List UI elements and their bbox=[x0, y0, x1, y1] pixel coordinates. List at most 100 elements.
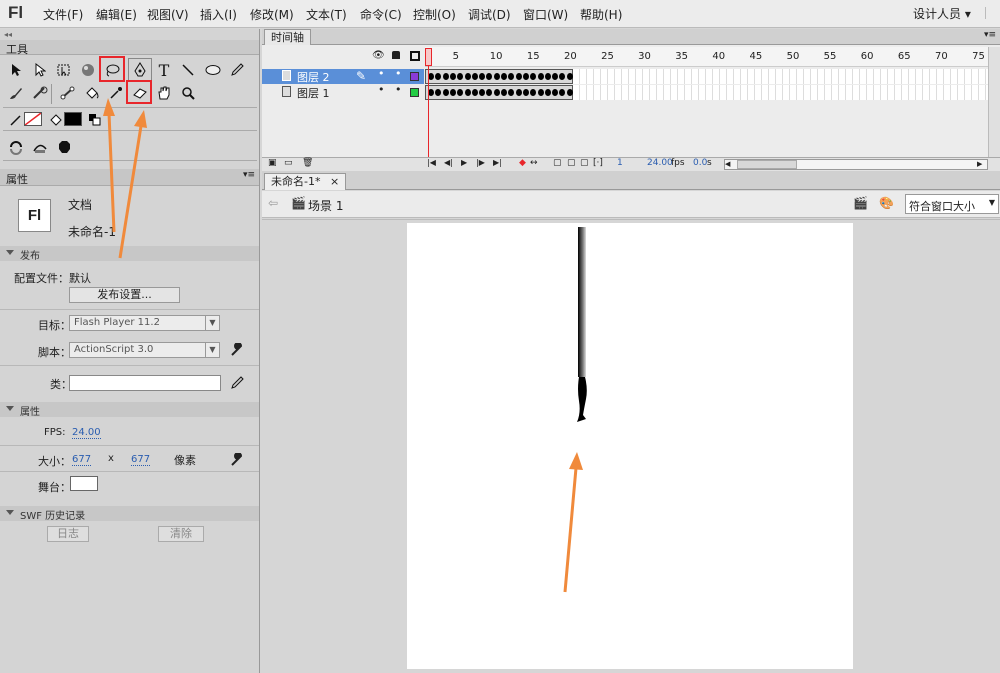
keyframe-dot[interactable] bbox=[515, 73, 522, 80]
outline-icon[interactable] bbox=[410, 51, 420, 61]
menu-help[interactable]: 帮助(H) bbox=[580, 6, 622, 23]
menu-debug[interactable]: 调试(D) bbox=[468, 6, 511, 23]
deco-tool-icon[interactable] bbox=[30, 83, 50, 103]
scroll-left-icon[interactable]: ◀ bbox=[725, 160, 735, 169]
delete-layer-icon[interactable]: 🗑 bbox=[302, 158, 313, 168]
modify-markers-icon[interactable]: [·] bbox=[593, 158, 603, 168]
stroke-color-icon[interactable] bbox=[6, 110, 26, 130]
keyframe-dot[interactable] bbox=[552, 73, 559, 80]
line-tool-icon[interactable] bbox=[178, 60, 198, 80]
timeline-horizontal-scrollbar[interactable]: ◀ ▶ bbox=[724, 159, 988, 170]
first-frame-icon[interactable]: |◀ bbox=[427, 158, 436, 167]
play-icon[interactable]: ▶ bbox=[461, 158, 467, 167]
layer-1-visible-dot[interactable]: • bbox=[378, 83, 385, 96]
layer-1-lock-dot[interactable]: • bbox=[395, 83, 402, 96]
keyframe-dot[interactable] bbox=[537, 89, 544, 96]
free-transform-tool-icon[interactable] bbox=[54, 60, 74, 80]
smooth-icon[interactable] bbox=[30, 137, 50, 157]
layer-2-keyframes[interactable] bbox=[425, 69, 573, 84]
lock-icon[interactable] bbox=[392, 51, 400, 59]
3d-rotation-tool-icon[interactable] bbox=[78, 60, 98, 80]
zoom-dropdown[interactable]: 符合窗口大小 ▼ bbox=[905, 194, 999, 214]
onion-outline-icon[interactable]: ▢ bbox=[567, 158, 576, 168]
keyframe-dot[interactable] bbox=[566, 89, 573, 96]
onion-skin-icon[interactable]: ▢ bbox=[553, 158, 562, 168]
log-button[interactable]: 日志 bbox=[47, 526, 89, 542]
publish-settings-button[interactable]: 发布设置... bbox=[69, 287, 180, 303]
timeline-vertical-scrollbar[interactable] bbox=[988, 47, 1000, 157]
stage-width-value[interactable]: 677 bbox=[72, 454, 92, 466]
text-tool-icon[interactable]: T bbox=[154, 60, 174, 80]
layer-1-empty-frames[interactable] bbox=[573, 85, 988, 100]
show-hide-eye-icon[interactable]: 👁 bbox=[372, 50, 385, 61]
swap-colors-icon[interactable] bbox=[85, 110, 105, 130]
menu-control[interactable]: 控制(O) bbox=[413, 6, 456, 23]
keyframe-dot[interactable] bbox=[552, 89, 559, 96]
menu-file[interactable]: 文件(F) bbox=[43, 6, 83, 23]
scene-label[interactable]: 场景 1 bbox=[308, 197, 343, 214]
scroll-thumb[interactable] bbox=[737, 160, 797, 169]
keyframe-dot[interactable] bbox=[544, 89, 551, 96]
edit-symbols-icon[interactable]: 🎨 bbox=[879, 196, 894, 210]
paint-bucket-tool-icon[interactable] bbox=[82, 83, 102, 103]
keyframe-dot[interactable] bbox=[471, 89, 478, 96]
layer-1-keyframes[interactable] bbox=[425, 85, 573, 100]
keyframe-dot[interactable] bbox=[501, 73, 507, 80]
keyframe-dot[interactable] bbox=[515, 89, 522, 96]
keyframe-dot[interactable] bbox=[479, 89, 486, 96]
keyframe-dot[interactable] bbox=[435, 73, 442, 80]
swf-history-section-header[interactable]: SWF 历史记录 bbox=[0, 506, 259, 522]
snap-to-objects-icon[interactable] bbox=[6, 137, 26, 157]
keyframe-dot[interactable] bbox=[435, 89, 442, 96]
menu-view[interactable]: 视图(V) bbox=[147, 6, 189, 23]
keyframe-dot[interactable] bbox=[471, 73, 478, 80]
workspace-switcher[interactable]: 设计人员 ▾ bbox=[913, 5, 971, 22]
menu-insert[interactable]: 插入(I) bbox=[200, 6, 237, 23]
script-dropdown[interactable]: ActionScript 3.0 ▼ bbox=[69, 342, 220, 358]
stage-canvas[interactable] bbox=[407, 223, 853, 669]
next-frame-icon[interactable]: |▶ bbox=[476, 158, 485, 167]
layer-row-1[interactable]: 图层 1 • • bbox=[262, 83, 424, 100]
keyframe-dot[interactable] bbox=[449, 89, 456, 96]
close-tab-icon[interactable]: × bbox=[330, 175, 339, 188]
timeline-tab[interactable]: 时间轴 bbox=[264, 29, 311, 45]
last-frame-icon[interactable]: ▶| bbox=[493, 158, 502, 167]
keyframe-dot[interactable] bbox=[449, 73, 456, 80]
document-tab[interactable]: 未命名-1* × bbox=[264, 173, 347, 190]
keyframe-dot[interactable] bbox=[457, 89, 464, 96]
edit-scene-icon[interactable]: 🎬 bbox=[853, 196, 868, 210]
menu-text[interactable]: 文本(T) bbox=[306, 6, 347, 23]
layer-row-2[interactable]: 图层 2 ✎ • • bbox=[262, 67, 424, 84]
straighten-icon[interactable] bbox=[54, 137, 74, 157]
keyframe-dot[interactable] bbox=[501, 89, 507, 96]
hand-tool-icon[interactable] bbox=[154, 83, 174, 103]
keyframe-dot[interactable] bbox=[486, 73, 493, 80]
keyframe-dot[interactable] bbox=[464, 89, 471, 96]
fill-color-icon[interactable] bbox=[46, 110, 66, 130]
stroke-color-swatch[interactable] bbox=[24, 112, 42, 126]
target-dropdown[interactable]: Flash Player 11.2 ▼ bbox=[69, 315, 220, 331]
script-settings-wrench-icon[interactable] bbox=[227, 340, 247, 360]
keyframe-dot[interactable] bbox=[559, 73, 566, 80]
status-fps[interactable]: 24.00 bbox=[647, 158, 673, 168]
playhead-marker[interactable] bbox=[425, 48, 432, 66]
brush-tool-icon[interactable] bbox=[6, 83, 26, 103]
keyframe-dot[interactable] bbox=[559, 89, 566, 96]
layer-2-lock-dot[interactable]: • bbox=[395, 67, 402, 80]
loop-icon[interactable]: ↔ bbox=[530, 158, 538, 168]
keyframe-dot[interactable] bbox=[457, 73, 464, 80]
keyframe-dot[interactable] bbox=[479, 73, 486, 80]
keyframe-dot[interactable] bbox=[537, 73, 544, 80]
pencil-tool-icon[interactable] bbox=[227, 60, 247, 80]
keyframe-dot[interactable] bbox=[530, 89, 537, 96]
bone-tool-icon[interactable] bbox=[58, 83, 78, 103]
menu-edit[interactable]: 编辑(E) bbox=[96, 6, 137, 23]
keyframe-dot[interactable] bbox=[566, 73, 573, 80]
keyframe-dot[interactable] bbox=[493, 89, 500, 96]
properties-section-header[interactable]: 属性 bbox=[0, 402, 259, 418]
scroll-right-icon[interactable]: ▶ bbox=[977, 160, 987, 169]
fill-color-swatch[interactable] bbox=[64, 112, 82, 126]
keyframe-dot[interactable] bbox=[508, 89, 515, 96]
keyframe-dot[interactable] bbox=[493, 73, 500, 80]
size-settings-wrench-icon[interactable] bbox=[227, 450, 247, 470]
